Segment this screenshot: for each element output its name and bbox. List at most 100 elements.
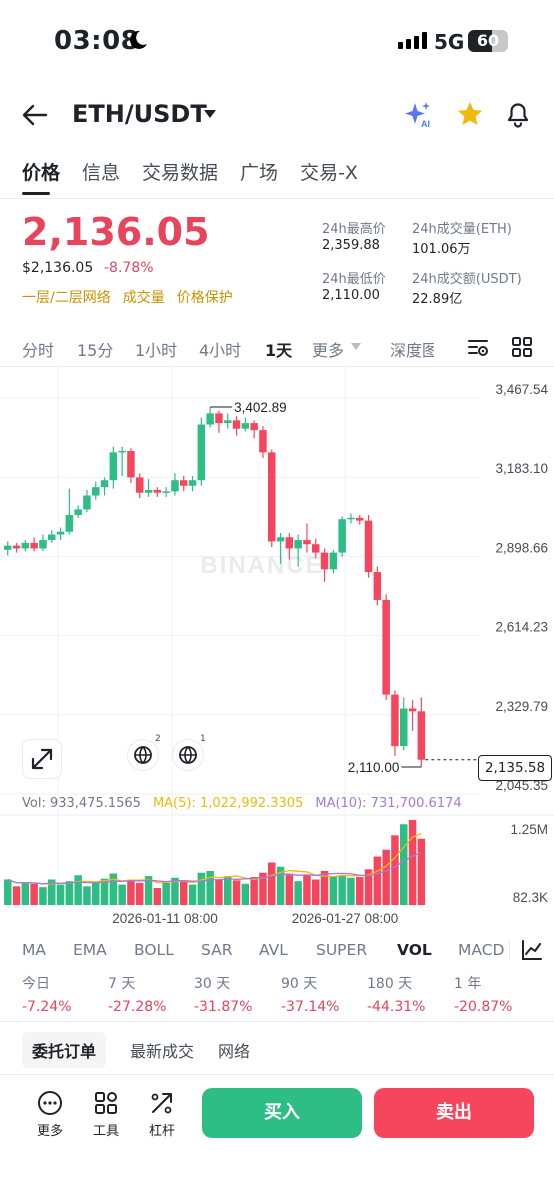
margin-label: 杠杆 xyxy=(148,1124,175,1139)
volume-bar xyxy=(39,887,47,905)
bell-icon[interactable] xyxy=(505,100,531,128)
perf-label: 180 天 xyxy=(367,976,413,992)
candle-body xyxy=(373,572,382,600)
tag-volume[interactable]: 成交量 xyxy=(123,287,165,307)
tag-layer[interactable]: 一层/二层网络 xyxy=(22,287,111,307)
perf-90d: 90 天 -37.14% xyxy=(281,973,339,1015)
candle-body xyxy=(180,480,188,486)
perf-value: -44.31% xyxy=(367,999,426,1015)
caret-down-icon[interactable] xyxy=(203,109,217,119)
timeframe-more[interactable]: 更多 xyxy=(312,337,344,361)
tab-open-orders[interactable]: 委托订单 xyxy=(22,1032,107,1068)
volume-bar xyxy=(162,882,170,905)
indicator-tab-macd[interactable]: MACD xyxy=(458,941,504,959)
usd-price: $2,136.05 xyxy=(22,260,94,276)
high-marker-label: 3,402.89 xyxy=(234,400,287,415)
timeframe-4h[interactable]: 4小时 xyxy=(199,337,241,361)
favorite-star-icon[interactable] xyxy=(456,100,484,128)
volume-bar xyxy=(4,879,12,905)
stat-low: 2,110.00 xyxy=(322,288,380,303)
candle-body xyxy=(74,509,82,516)
tab-price[interactable]: 价格 xyxy=(22,158,60,185)
tab-trading-data[interactable]: 交易数据 xyxy=(142,158,218,185)
battery-level: 60 xyxy=(476,31,500,50)
indicator-tab-avl[interactable]: AVL xyxy=(259,941,288,959)
candle-body xyxy=(285,537,294,549)
tools-button[interactable]: 工具 xyxy=(76,1090,136,1139)
trading-pair-title[interactable]: ETH/USDT xyxy=(72,100,207,128)
indicator-tab-ema[interactable]: EMA xyxy=(73,941,107,959)
section-tabs: 价格 信息 交易数据 广场 交易-X xyxy=(22,158,358,185)
ai-sparkle-icon[interactable]: AI xyxy=(404,100,434,130)
volume-bar xyxy=(312,879,320,905)
status-time: 03:08 xyxy=(54,26,140,56)
tab-latest-trades[interactable]: 最新成交 xyxy=(118,1032,206,1068)
ma5-line xyxy=(7,832,422,885)
volume-bar xyxy=(356,876,364,905)
tab-info[interactable]: 信息 xyxy=(82,158,120,185)
candle-body xyxy=(118,450,126,453)
volume-bar xyxy=(127,881,135,905)
volume-tick-label: 82.3K xyxy=(513,890,548,905)
indicator-tab-boll[interactable]: BOLL xyxy=(134,941,174,959)
timeframe-depth[interactable]: 深度图 xyxy=(390,337,434,361)
more-button[interactable]: 更多 xyxy=(20,1090,80,1139)
indicator-tab-super[interactable]: SUPER xyxy=(316,941,367,959)
back-arrow-icon[interactable] xyxy=(22,102,48,128)
timeframe-15m[interactable]: 15分 xyxy=(77,337,113,361)
divider xyxy=(0,1021,554,1022)
candle-body xyxy=(347,517,355,520)
volume-bar xyxy=(215,879,223,905)
y-tick-label: 2,329.79 xyxy=(495,699,548,714)
timeframe-time[interactable]: 分时 xyxy=(22,337,54,361)
caret-down-icon[interactable] xyxy=(351,343,361,351)
ma10-value: MA(10): 731,700.6174 xyxy=(315,796,462,811)
volume-bar xyxy=(21,882,30,905)
candle-body xyxy=(12,545,21,549)
expand-icon xyxy=(31,748,53,770)
y-tick-label: 3,183.10 xyxy=(495,461,548,476)
indicator-tab-sar[interactable]: SAR xyxy=(201,941,233,959)
candlestick-chart[interactable]: 3,467.54 3,183.10 2,898.66 2,614.23 2,329.79… xyxy=(0,362,554,932)
perf-value: -20.87% xyxy=(454,999,513,1015)
timeframe-1d[interactable]: 1天 xyxy=(265,337,292,361)
volume-bar xyxy=(391,835,399,905)
candle-body xyxy=(215,413,223,424)
indicator-chart-icon[interactable] xyxy=(520,938,544,962)
sell-button[interactable]: 卖出 xyxy=(374,1088,534,1138)
buy-button[interactable]: 买入 xyxy=(202,1088,362,1138)
chart-settings-icon[interactable] xyxy=(466,335,490,359)
indicator-tab-vol[interactable]: VOL xyxy=(397,941,432,959)
candle-body xyxy=(48,534,56,541)
candle-body xyxy=(241,423,250,429)
timeframe-1h[interactable]: 1小时 xyxy=(135,337,177,361)
signal-icon xyxy=(398,32,427,49)
ma5-value: MA(5): 1,022,992.3305 xyxy=(152,796,304,811)
candle-body xyxy=(30,542,38,549)
tab-trade-x[interactable]: 交易-X xyxy=(300,158,358,185)
grid-layout-icon[interactable] xyxy=(510,335,534,359)
perf-label: 1 年 xyxy=(454,976,482,992)
perf-label: 30 天 xyxy=(194,976,231,992)
perf-value: -31.87% xyxy=(194,999,253,1015)
candle-body xyxy=(65,515,74,532)
timeframe-depth-clip: 深度图 xyxy=(390,337,434,361)
more-dots-icon xyxy=(38,1091,62,1115)
volume-bar xyxy=(400,824,408,905)
fullscreen-button[interactable] xyxy=(22,739,62,779)
tab-square[interactable]: 广场 xyxy=(240,158,278,185)
tag-price-protect[interactable]: 价格保护 xyxy=(177,287,233,307)
volume-bar xyxy=(83,886,91,905)
volume-bar xyxy=(65,881,74,905)
candle-body xyxy=(338,519,346,553)
candle-body xyxy=(250,423,258,431)
indicator-tab-ma[interactable]: MA xyxy=(22,941,46,959)
candle-body xyxy=(4,545,12,550)
volume-bar xyxy=(188,884,197,905)
volume-bar xyxy=(153,888,162,905)
margin-button[interactable]: 杠杆 xyxy=(132,1090,192,1139)
volume-bar xyxy=(241,883,250,905)
candle-body xyxy=(92,487,100,496)
tab-network[interactable]: 网络 xyxy=(206,1032,262,1068)
candle-body xyxy=(417,711,426,760)
